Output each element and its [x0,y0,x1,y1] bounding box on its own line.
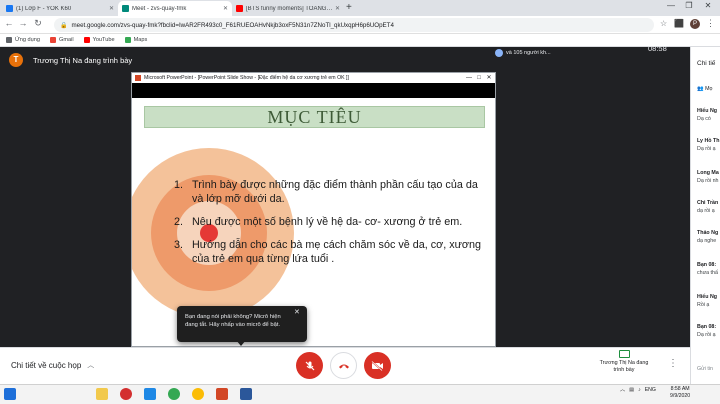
camera-toggle-button[interactable] [364,352,391,379]
powerpoint-icon [135,75,141,81]
mic-muted-toast: Bạn đang nói phải không? Micrô hiện đang… [177,306,307,342]
toast-text: Bạn đang nói phải không? Micrô hiện đang… [185,314,281,328]
powerpoint-icon[interactable] [216,388,228,400]
chat-sender: Bạn 08: [697,324,717,330]
bookmark-apps[interactable]: Ứng dụng [6,37,40,43]
chat-sender: Bạn 08: [697,262,717,268]
close-icon[interactable]: ✕ [294,308,300,316]
taskbar [0,384,720,404]
meet-icon [122,5,129,12]
bookmarks-bar: Ứng dụng Gmail YouTube Maps [0,34,720,47]
bookmark-youtube[interactable]: YouTube [83,37,115,43]
chat-message: Dạ rồi nh [697,178,719,184]
chat-message: dạ nghe [697,238,717,244]
presenter-title: Trương Thị Na đang trình bày [33,56,133,65]
chrome-icon[interactable] [192,388,204,400]
system-tray: ︿ ▤ ♪ ENG [620,386,656,394]
facebook-icon [6,5,13,12]
gmail-icon [50,37,56,43]
close-window-button[interactable]: ✕ [701,1,715,10]
file-explorer-icon[interactable] [96,388,108,400]
back-button[interactable]: ← [4,18,14,28]
taskbar-clock[interactable]: 8:58 AM 9/9/2020 [670,386,690,400]
chat-message: Dạ rồi ạ [697,332,716,338]
close-icon[interactable]: ✕ [335,5,340,12]
presenter-avatar: T [9,53,23,67]
ppt-title-bar: Microsoft PowerPoint - [PowerPoint Slide… [132,73,495,83]
chat-message: Dạ có [697,116,711,122]
profile-avatar[interactable]: P [690,19,700,29]
chat-sender: Ly Hồ Th [697,138,720,144]
maps-icon [124,37,131,43]
slide-heading: MỤC TIÊU [144,106,485,128]
tray-chevron-icon[interactable]: ︿ [620,386,625,393]
bookmark-maps[interactable]: Maps [124,37,147,43]
minimize-button[interactable]: — [664,1,678,10]
tab-youtube[interactable]: [BTS funny moments] TOANG!!!... ✕ [232,1,344,16]
hang-up-icon [338,364,349,368]
ppt-maximize-button[interactable]: □ [474,73,484,83]
objectives-list: 1. Trình bày được những đặc điểm thành p… [174,178,484,275]
bookmark-gmail[interactable]: Gmail [50,37,74,43]
ppt-black-band [132,83,495,98]
address-bar[interactable]: 🔒 meet.google.com/zvs-quay-fmk?fbclid=Iw… [54,18,654,32]
chat-sender: Hiếu Ng [697,108,718,114]
chat-input[interactable]: Gửi tin [697,366,713,372]
list-item: 2. Nêu được một số bệnh lý về hệ da- cơ-… [174,216,463,228]
forward-button[interactable]: → [18,18,28,28]
star-icon[interactable]: ☆ [660,19,667,28]
chat-sender: Chi Trần [697,200,719,206]
chat-panel-title: Chi tiế [697,60,716,67]
ppt-minimize-button[interactable]: — [464,73,474,83]
tab-meet[interactable]: Meet - zvs-quay-fmk ✕ [118,1,232,16]
chat-sender: Hiếu Ng [697,294,718,300]
present-screen-icon [618,350,630,358]
chat-sender: Long Ma [697,170,719,176]
close-icon[interactable]: ✕ [223,5,228,12]
list-item: 3. Hướng dẫn cho các bà mẹ cách chăm sóc… [174,239,481,265]
more-options-icon[interactable]: ⋮ [668,358,678,369]
camera-off-icon [371,360,383,371]
network-icon[interactable]: ▤ [629,387,634,393]
close-icon[interactable]: ✕ [109,5,114,12]
reload-button[interactable]: ↻ [33,18,43,29]
chat-message: dạ rồi ạ [697,208,715,214]
people-tab-icon[interactable]: 👥 Mọ [697,86,712,92]
opera-icon[interactable] [120,388,132,400]
windows-start-icon[interactable] [4,388,16,400]
chat-message: Dạ rồi ạ [697,146,716,152]
apps-icon [6,37,12,43]
new-tab-button[interactable]: + [346,2,352,13]
tab-facebook[interactable]: (1) Lớp F - YOK K60 ✕ [2,1,118,16]
chat-message: chưa thấ [697,270,718,276]
volume-icon[interactable]: ♪ [638,387,641,393]
clock: 08:58 [648,44,667,53]
chevron-up-icon: ︿ [87,362,95,369]
list-item: 1. Trình bày được những đặc điểm thành p… [174,179,478,205]
youtube-icon [83,37,90,43]
lock-icon: 🔒 [60,22,68,29]
extension-icon[interactable]: ⬛ [674,19,684,28]
browser-menu-icon[interactable]: ⋮ [706,18,715,29]
mic-off-icon [305,361,314,370]
chat-message: Rồi ạ [697,302,710,308]
youtube-icon [236,5,243,12]
chrome-icon[interactable] [168,388,180,400]
word-icon[interactable] [240,388,252,400]
leave-call-button[interactable] [330,352,357,379]
toast-pointer [236,340,246,346]
chat-sender: Thảo Ng [697,230,719,236]
ppt-close-button[interactable]: ✕ [484,73,494,83]
url-text: meet.google.com/zvs-quay-fmk?fbclid=IwAR… [71,21,394,29]
participant-avatar [495,48,503,57]
microphone-toggle-button[interactable] [296,352,323,379]
maximize-button[interactable]: ❐ [682,1,696,10]
app-icon[interactable] [144,388,156,400]
language-indicator[interactable]: ENG [645,387,656,393]
presenting-status[interactable]: Trương Thị Na đang trình bày [596,350,652,374]
meeting-details-button[interactable]: Chi tiết về cuộc họp ︿ [11,360,94,370]
participants-chip[interactable]: và 105 người kh... [495,46,551,59]
